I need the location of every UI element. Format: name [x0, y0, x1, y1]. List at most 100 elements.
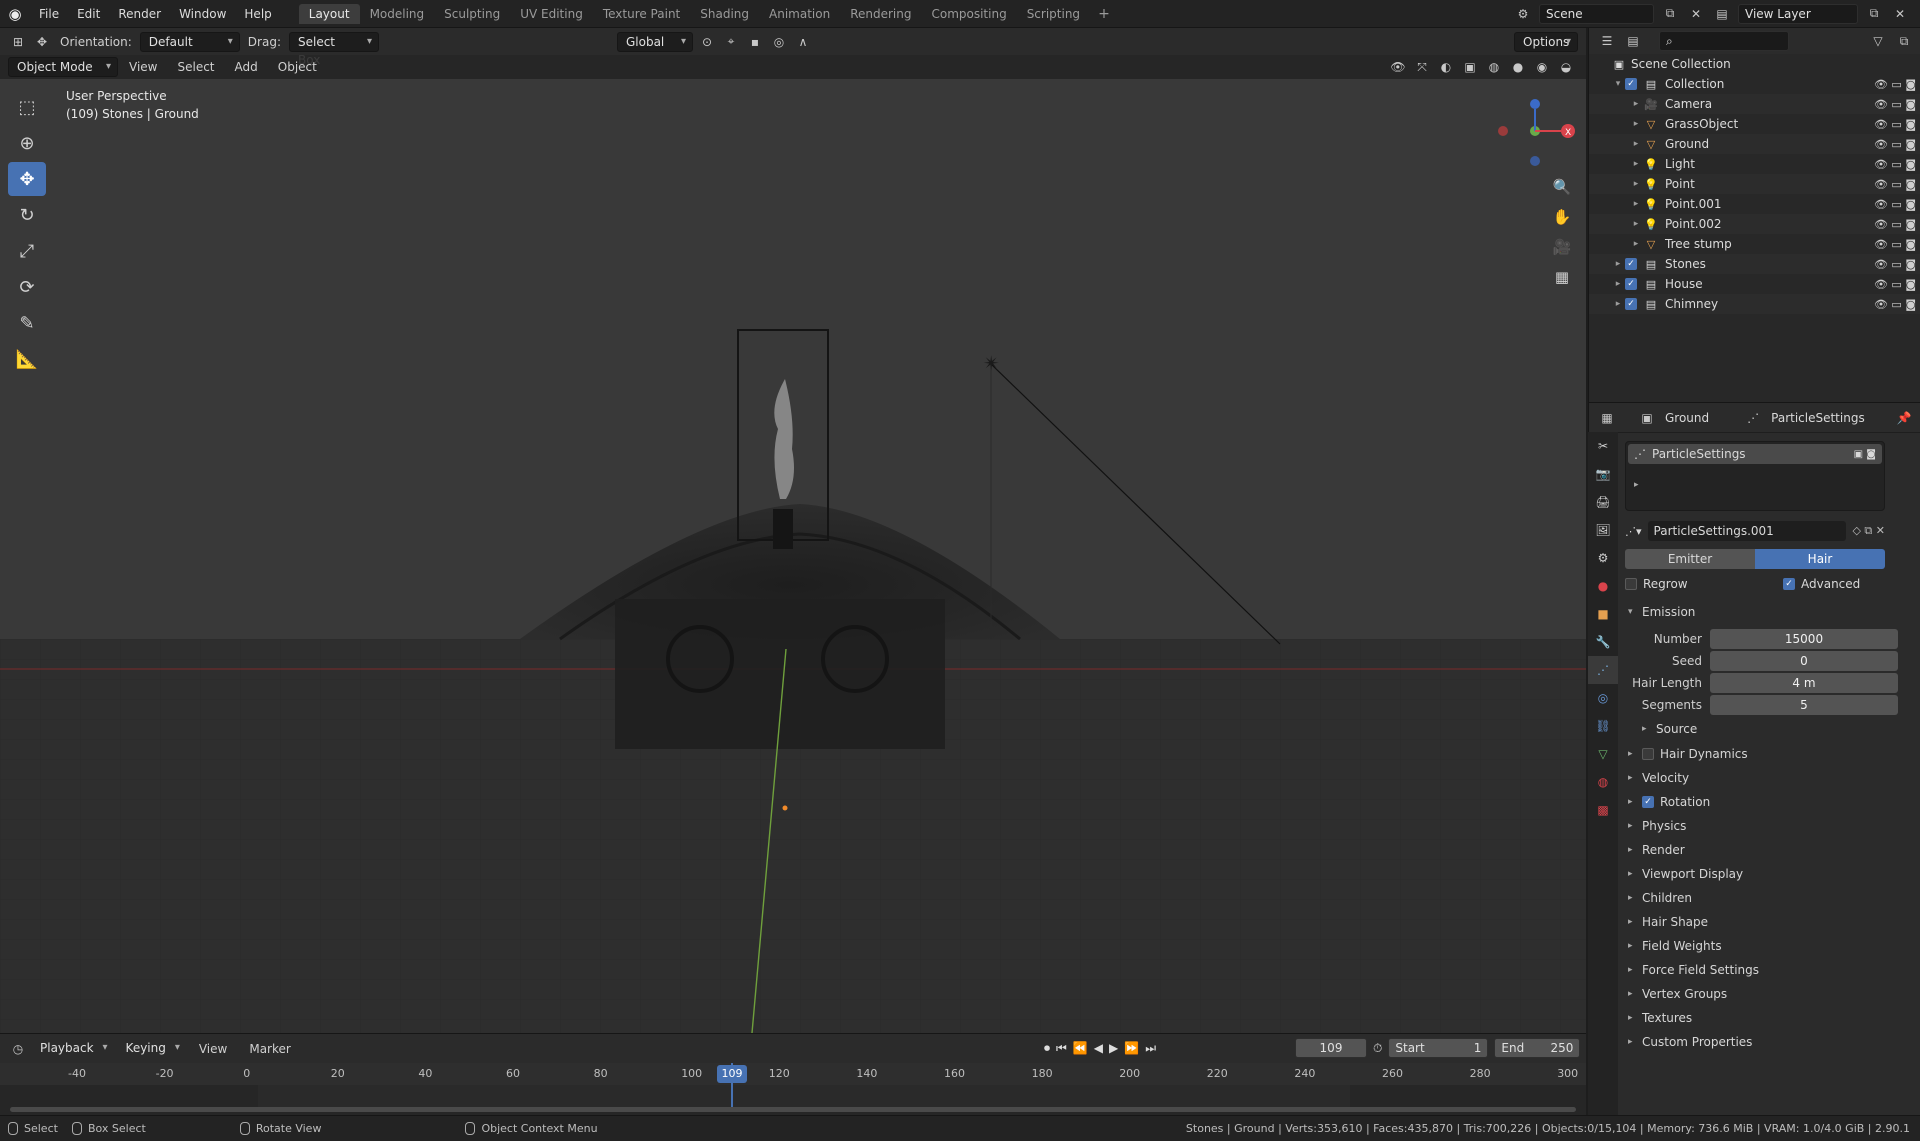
- snap-target-icon[interactable]: ▪: [745, 32, 765, 52]
- drag-dropdown[interactable]: Select Box: [288, 31, 379, 67]
- menu-window[interactable]: Window: [170, 0, 235, 28]
- outliner-row-stones[interactable]: ▸ ✓ ▤ Stones 👁 ▭ ◙: [1589, 254, 1920, 274]
- scene-collection-row[interactable]: ▣ Scene Collection: [1589, 54, 1920, 74]
- playhead-frame[interactable]: 109: [717, 1065, 747, 1083]
- expand-arrow-icon[interactable]: ▸: [1629, 219, 1643, 229]
- output-tab-icon[interactable]: 🖨: [1588, 488, 1618, 516]
- outliner-row-chimney[interactable]: ▸ ✓ ▤ Chimney 👁 ▭ ◙: [1589, 294, 1920, 314]
- record-icon[interactable]: ⏺: [1044, 1041, 1050, 1056]
- ortho-grid-icon[interactable]: ▦: [1548, 262, 1576, 292]
- gizmo-icon[interactable]: ⤧: [1412, 57, 1432, 77]
- visibility-toggles-icon[interactable]: 👁 ▭ ◙: [1874, 238, 1916, 251]
- tab-scripting[interactable]: Scripting: [1017, 4, 1090, 24]
- tab-shading[interactable]: Shading: [690, 4, 759, 24]
- visibility-toggles-icon[interactable]: 👁 ▭ ◙: [1874, 98, 1916, 111]
- falloff-icon[interactable]: ∧: [793, 32, 813, 52]
- delete-scene-icon[interactable]: ✕: [1686, 4, 1706, 24]
- timeline-area[interactable]: -40 -20 0 20 40 60 80 100 120 140 160 180 200 220 240 2…: [0, 1063, 1586, 1115]
- panel-render[interactable]: ▸ Render: [1620, 838, 1920, 862]
- expand-arrow-icon[interactable]: ▸: [1611, 299, 1625, 309]
- outliner-row-light[interactable]: ▸ 💡 Light 👁 ▭ ◙: [1589, 154, 1920, 174]
- particles-tab-icon[interactable]: ⋰: [1588, 656, 1618, 684]
- collection-include-checkbox[interactable]: ✓: [1625, 258, 1637, 270]
- world-tab-icon[interactable]: ●: [1588, 572, 1618, 600]
- settings-fake-user-icon[interactable]: ◇ ⧉ ✕: [1852, 524, 1885, 538]
- outliner-row-point[interactable]: ▸ 💡 Point 👁 ▭ ◙: [1589, 174, 1920, 194]
- emission-field-value[interactable]: 0: [1710, 651, 1898, 671]
- list-expand-icon[interactable]: ▸: [1628, 480, 1882, 490]
- emission-field-value[interactable]: 15000: [1710, 629, 1898, 649]
- visibility-icon[interactable]: 👁: [1388, 57, 1408, 77]
- panel-children[interactable]: ▸ Children: [1620, 886, 1920, 910]
- outliner-search-input[interactable]: ⌕: [1659, 31, 1789, 51]
- display-mode-icon[interactable]: ▤: [1623, 31, 1643, 51]
- rendered-shading-icon[interactable]: ◒: [1556, 57, 1576, 77]
- light-object-icon[interactable]: ✴: [983, 351, 1000, 375]
- expand-arrow-icon[interactable]: ▸: [1629, 159, 1643, 169]
- menu-help[interactable]: Help: [235, 0, 280, 28]
- prev-keyframe-icon[interactable]: ⏪: [1073, 1041, 1088, 1056]
- visibility-toggles-icon[interactable]: 👁 ▭ ◙: [1874, 78, 1916, 91]
- panel-field-weights[interactable]: ▸ Field Weights: [1620, 934, 1920, 958]
- panel-rotation[interactable]: ▸ ✓ Rotation: [1620, 790, 1920, 814]
- timeline-ruler[interactable]: [0, 1063, 1586, 1085]
- blender-logo-icon[interactable]: ◉: [0, 5, 30, 23]
- expand-arrow-icon[interactable]: ▸: [1629, 179, 1643, 189]
- new-scene-icon[interactable]: ⧉: [1660, 4, 1680, 24]
- panel-custom-properties[interactable]: ▸ Custom Properties: [1620, 1030, 1920, 1054]
- visibility-toggles-icon[interactable]: 👁 ▭ ◙: [1874, 258, 1916, 271]
- material-tab-icon[interactable]: ◍: [1588, 768, 1618, 796]
- start-frame-field[interactable]: Start 1: [1388, 1038, 1489, 1058]
- particle-system-item[interactable]: ⋰ ParticleSettings ▣ ◙: [1628, 444, 1882, 464]
- panel-hair-shape[interactable]: ▸ Hair Shape: [1620, 910, 1920, 934]
- options-dropdown[interactable]: Options: [1514, 31, 1578, 52]
- outliner-row-house[interactable]: ▸ ✓ ▤ House 👁 ▭ ◙: [1589, 274, 1920, 294]
- tab-compositing[interactable]: Compositing: [921, 4, 1016, 24]
- delete-view-layer-icon[interactable]: ✕: [1890, 4, 1910, 24]
- expand-arrow-icon[interactable]: ▸: [1629, 139, 1643, 149]
- current-frame-field[interactable]: 109: [1295, 1038, 1367, 1058]
- data-tab-icon[interactable]: ▽: [1588, 740, 1618, 768]
- hair-button[interactable]: Hair: [1755, 549, 1885, 569]
- play-icon[interactable]: ▶: [1109, 1041, 1118, 1056]
- outliner-row-collection[interactable]: ▾ ✓ ▤ Collection 👁 ▭ ◙: [1589, 74, 1920, 94]
- emission-field-value[interactable]: 4 m: [1710, 673, 1898, 693]
- tab-uv-editing[interactable]: UV Editing: [510, 4, 593, 24]
- add-workspace-icon[interactable]: +: [1090, 6, 1118, 22]
- regrow-checkbox[interactable]: [1625, 578, 1637, 590]
- end-frame-field[interactable]: End 250: [1494, 1038, 1581, 1058]
- tab-texture-paint[interactable]: Texture Paint: [593, 4, 690, 24]
- chimney-object[interactable]: [773, 509, 793, 549]
- particle-system-list[interactable]: ⋰ ParticleSettings ▣ ◙ ▸: [1625, 441, 1885, 511]
- physics-tab-icon[interactable]: ◎: [1588, 684, 1618, 712]
- advanced-checkbox[interactable]: ✓: [1783, 578, 1795, 590]
- emission-field-value[interactable]: 5: [1710, 695, 1898, 715]
- panel-enable-checkbox[interactable]: ✓: [1642, 796, 1654, 808]
- orientation-dropdown[interactable]: Default: [139, 31, 240, 52]
- scene-tab-icon[interactable]: ⚙: [1588, 544, 1618, 572]
- xray-icon[interactable]: ▣: [1460, 57, 1480, 77]
- outliner-row-camera[interactable]: ▸ 🎥 Camera 👁 ▭ ◙: [1589, 94, 1920, 114]
- expand-arrow-icon[interactable]: ▾: [1611, 79, 1625, 89]
- visibility-toggles-icon[interactable]: 👁 ▭ ◙: [1874, 118, 1916, 131]
- properties-editor-icon[interactable]: ▦: [1597, 408, 1617, 428]
- outliner-editor-icon[interactable]: ☰: [1597, 31, 1617, 51]
- panel-physics[interactable]: ▸ Physics: [1620, 814, 1920, 838]
- measure-tool-icon[interactable]: 📐: [8, 342, 46, 376]
- tab-layout[interactable]: Layout: [298, 3, 360, 24]
- view-layer-tab-icon[interactable]: 🖼: [1588, 516, 1618, 544]
- jump-end-icon[interactable]: ⏭: [1145, 1041, 1156, 1056]
- marker-menu[interactable]: Marker: [240, 1042, 299, 1056]
- view-layer-icon[interactable]: ▤: [1712, 4, 1732, 24]
- modifier-tab-icon[interactable]: 🔧: [1588, 628, 1618, 656]
- material-shading-icon[interactable]: ◉: [1532, 57, 1552, 77]
- visibility-toggles-icon[interactable]: 👁 ▭ ◙: [1874, 278, 1916, 291]
- cursor-tool-icon[interactable]: ⊕: [8, 126, 46, 160]
- tab-sculpting[interactable]: Sculpting: [434, 4, 510, 24]
- expand-arrow-icon[interactable]: ▸: [1629, 239, 1643, 249]
- expand-arrow-icon[interactable]: ▸: [1629, 99, 1643, 109]
- outliner-row-point-002[interactable]: ▸ 💡 Point.002 👁 ▭ ◙: [1589, 214, 1920, 234]
- tab-animation[interactable]: Animation: [759, 4, 840, 24]
- house-object[interactable]: [615, 599, 945, 749]
- render-tab-icon[interactable]: 📷: [1588, 460, 1618, 488]
